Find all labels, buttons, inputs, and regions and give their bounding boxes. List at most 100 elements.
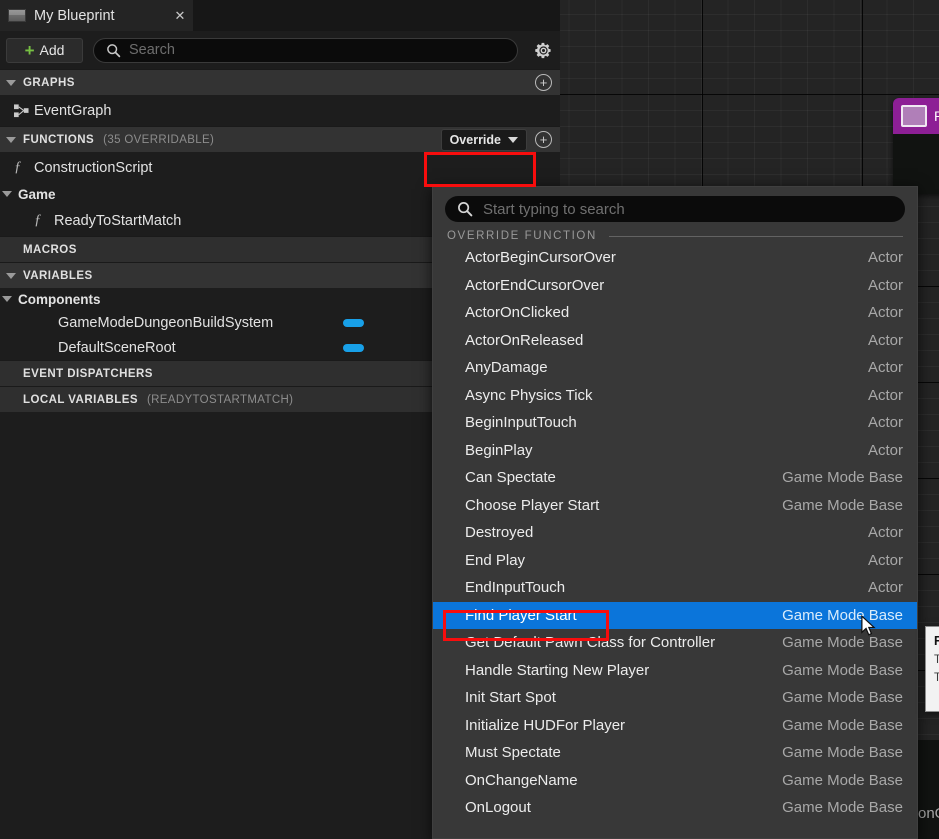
menu-search-input[interactable]: Start typing to search	[445, 196, 905, 222]
section-header-graphs[interactable]: GRAPHS +	[0, 69, 560, 95]
override-function-item[interactable]: Get Default Pawn Class for Controller Gam…	[433, 629, 917, 657]
function-tooltip: F T T	[925, 626, 939, 712]
override-function-name: Must Spectate	[465, 744, 561, 762]
list-item-eventgraph[interactable]: EventGraph	[0, 95, 560, 126]
tooltip-title: F	[934, 634, 939, 648]
section-label-event-dispatchers: EVENT DISPATCHERS	[23, 367, 153, 380]
chevron-down-icon	[508, 136, 518, 143]
function-icon: ƒ	[34, 212, 42, 228]
override-function-class: Actor	[867, 276, 903, 294]
search-icon	[458, 202, 473, 217]
override-function-name: BeginInputTouch	[465, 414, 577, 432]
override-function-class: Actor	[867, 414, 903, 432]
event-node-icon	[901, 105, 927, 127]
override-function-item[interactable]: ActorEndCursorOver Actor	[433, 272, 917, 300]
chevron-down-icon[interactable]	[6, 136, 16, 143]
tab-my-blueprint[interactable]: My Blueprint ✕	[0, 0, 193, 31]
override-function-item[interactable]: EndInputTouch Actor	[433, 574, 917, 602]
functions-overridable-count: (35 OVERRIDABLE)	[103, 133, 215, 146]
override-function-name: Get Default Pawn Class for Controller	[465, 634, 716, 652]
list-item-constructionscript[interactable]: ƒ ConstructionScript	[0, 152, 560, 183]
chevron-down-icon[interactable]	[6, 79, 16, 86]
search-input[interactable]: Search	[93, 37, 518, 63]
override-function-class: Game Mode Base	[782, 606, 903, 624]
blueprint-node-title: Re	[934, 108, 939, 124]
add-button[interactable]: + Add	[6, 37, 83, 63]
unreal-blueprint-editor: Re My Blueprint ✕ + Add Search	[0, 0, 939, 839]
menu-category-label: OVERRIDE FUNCTION	[447, 230, 597, 242]
add-function-button[interactable]: +	[535, 131, 552, 148]
override-function-name: Choose Player Start	[465, 496, 600, 514]
section-label-graphs: GRAPHS	[23, 76, 75, 89]
override-function-item[interactable]: End Play Actor	[433, 547, 917, 575]
override-function-name: OnLogout	[465, 799, 531, 817]
tooltip-line-2: T	[934, 672, 939, 684]
override-function-item[interactable]: Find Player Start Game Mode Base	[433, 601, 917, 629]
chevron-down-icon[interactable]	[2, 296, 12, 302]
override-function-name: OnChangeName	[465, 771, 578, 789]
component-label: DefaultSceneRoot	[58, 339, 176, 356]
override-function-item[interactable]: Choose Player Start Game Mode Base	[433, 492, 917, 520]
override-function-item[interactable]: Destroyed Actor	[433, 519, 917, 547]
add-graph-button[interactable]: +	[535, 74, 552, 91]
override-function-class: Actor	[867, 524, 903, 542]
override-function-item[interactable]: OnLogout Game Mode Base	[433, 794, 917, 822]
override-function-item[interactable]: AnyDamage Actor	[433, 354, 917, 382]
component-label: GameModeDungeonBuildSystem	[58, 314, 274, 331]
tooltip-line-1: T	[934, 654, 939, 666]
override-function-item[interactable]: ActorOnClicked Actor	[433, 299, 917, 327]
override-function-item[interactable]: Async Physics Tick Actor	[433, 382, 917, 410]
override-function-item[interactable]: Can Spectate Game Mode Base	[433, 464, 917, 492]
function-icon: ƒ	[14, 159, 22, 175]
override-function-item[interactable]: BeginPlay Actor	[433, 437, 917, 465]
override-function-item[interactable]: ActorOnReleased Actor	[433, 327, 917, 355]
override-function-item[interactable]: Init Start Spot Game Mode Base	[433, 684, 917, 712]
readytostartmatch-label: ReadyToStartMatch	[54, 212, 182, 229]
override-function-item[interactable]: Initialize HUDFor Player Game Mode Base	[433, 712, 917, 740]
override-function-name: BeginPlay	[465, 441, 533, 459]
section-label-macros: MACROS	[23, 243, 77, 256]
panel-toolbar: + Add Search	[0, 31, 560, 69]
override-function-class: Actor	[867, 441, 903, 459]
override-function-name: Can Spectate	[465, 469, 556, 487]
section-header-functions[interactable]: FUNCTIONS (35 OVERRIDABLE) Override +	[0, 126, 560, 152]
override-function-list[interactable]: ActorBeginCursorOver Actor ActorEndCursorO…	[433, 244, 917, 822]
local-variables-scope: (READYTOSTARTMATCH)	[146, 393, 294, 406]
override-function-item[interactable]: Must Spectate Game Mode Base	[433, 739, 917, 767]
override-function-item[interactable]: OnChangeName Game Mode Base	[433, 767, 917, 795]
section-label-functions: FUNCTIONS	[23, 133, 95, 146]
override-function-name: Handle Starting New Player	[465, 661, 650, 679]
override-function-item[interactable]: ActorBeginCursorOver Actor	[433, 244, 917, 272]
override-function-name: Find Player Start	[465, 606, 577, 624]
components-label: Components	[18, 291, 101, 307]
settings-button[interactable]	[526, 41, 560, 60]
override-function-name: Init Start Spot	[465, 689, 556, 707]
override-function-menu: Start typing to search OVERRIDE FUNCTION…	[432, 186, 918, 839]
search-icon	[107, 43, 121, 57]
override-function-name: Initialize HUDFor Player	[465, 716, 626, 734]
override-function-name: ActorOnReleased	[465, 331, 584, 349]
override-function-class: Actor	[867, 331, 903, 349]
override-button-label: Override	[449, 132, 501, 147]
mouse-cursor	[861, 615, 876, 636]
function-category-label: Game	[18, 186, 56, 202]
override-function-class: Game Mode Base	[782, 744, 903, 762]
chevron-down-icon[interactable]	[2, 191, 12, 197]
override-function-item[interactable]: Handle Starting New Player Game Mode Base	[433, 657, 917, 685]
chevron-down-icon[interactable]	[6, 272, 16, 279]
override-dropdown-button[interactable]: Override	[440, 128, 527, 151]
override-function-class: Actor	[867, 386, 903, 404]
event-graph-icon	[14, 103, 34, 118]
override-function-name: Destroyed	[465, 524, 534, 542]
menu-search-placeholder: Start typing to search	[483, 200, 625, 218]
blueprint-event-node[interactable]: Re	[893, 98, 939, 194]
close-icon[interactable]: ✕	[173, 8, 187, 24]
override-function-class: Actor	[867, 359, 903, 377]
gear-icon	[534, 42, 551, 58]
override-function-item[interactable]: BeginInputTouch Actor	[433, 409, 917, 437]
override-function-name: End Play	[465, 551, 526, 569]
partial-list-item-text: onG	[918, 805, 939, 822]
component-type-badge	[343, 318, 364, 327]
add-button-label: Add	[39, 42, 65, 58]
override-function-class: Actor	[867, 304, 903, 322]
